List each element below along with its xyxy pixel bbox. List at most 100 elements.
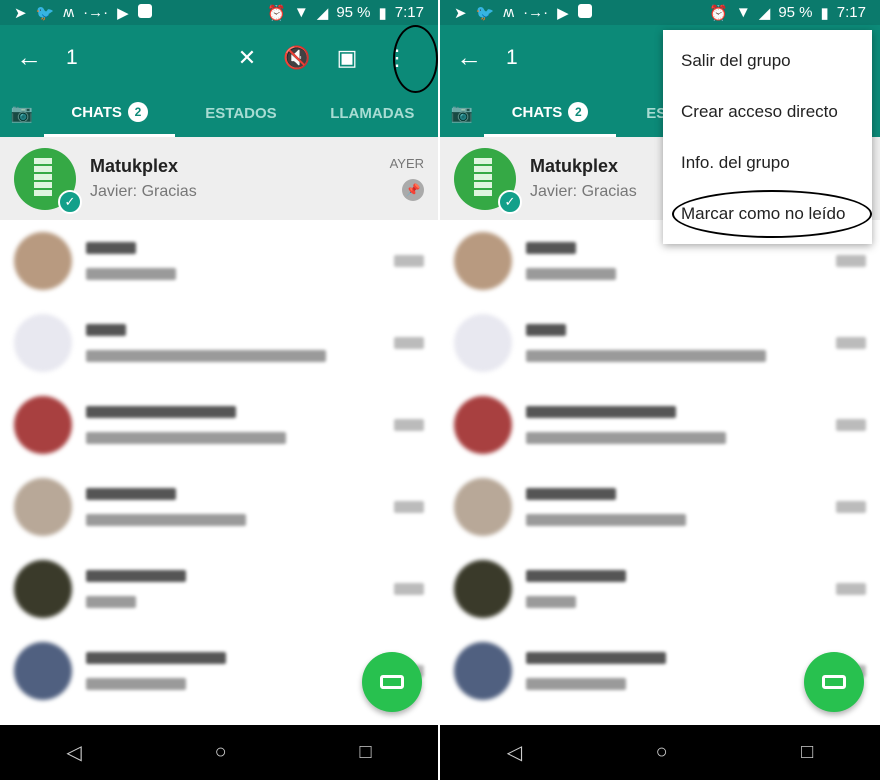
chat-name-blurred (86, 324, 126, 336)
unread-badge: 2 (127, 102, 148, 122)
chat-icon (380, 675, 404, 689)
clock: 7:17 (836, 4, 866, 21)
chat-time-blurred (394, 419, 424, 431)
nav-bar: ◁ ○ □ (0, 725, 438, 780)
chat-time-blurred (394, 337, 424, 349)
tab-estados[interactable]: ESTADOS (175, 90, 306, 137)
camera-icon[interactable]: 📷 (440, 103, 484, 124)
cast-icon: ·→· (83, 3, 109, 21)
chat-preview-blurred (526, 514, 686, 526)
chat-preview-blurred (86, 514, 246, 526)
camera-icon[interactable]: 📷 (0, 103, 44, 124)
menu-item-acceso-directo[interactable]: Crear acceso directo (663, 86, 872, 137)
chat-row[interactable] (0, 548, 438, 630)
alarm-icon: ⏰ (709, 4, 728, 22)
nav-bar: ◁ ○ □ (440, 725, 880, 780)
app-icon: ʍ (63, 3, 75, 21)
new-chat-button[interactable] (362, 652, 422, 712)
avatar (14, 478, 72, 536)
cast-icon: ·→· (523, 3, 549, 21)
chat-name-blurred (86, 242, 136, 254)
battery-icon: ▮ (378, 4, 387, 22)
chat-preview-blurred (86, 268, 176, 280)
chat-name-blurred (86, 488, 176, 500)
home-icon[interactable]: ○ (215, 741, 227, 764)
play-icon: ▶ (557, 4, 569, 22)
arrow-left-icon[interactable]: ← (16, 42, 66, 73)
avatar (14, 314, 72, 372)
avatar (14, 232, 72, 290)
battery-level: 95 % (778, 4, 813, 21)
phone-screen: ➤ 🐦 ʍ ·→· ▶ ⏰ ▼ ◢ 95 % ▮ 7:17 ← 1 ✕ 🔇 ▣ ⋮ 📷 CHATS… (0, 0, 438, 780)
chat-row[interactable] (440, 384, 880, 466)
status-bar: ➤ 🐦 ʍ ·→· ▶ ⏰ ▼ ◢ 95 % ▮ 7:17 (440, 0, 880, 25)
chat-time-blurred (394, 255, 424, 267)
chat-name-blurred (86, 406, 236, 418)
chat-name-blurred (526, 406, 676, 418)
chat-row[interactable] (440, 548, 880, 630)
wifi-icon: ▼ (735, 4, 751, 21)
new-chat-button[interactable] (804, 652, 864, 712)
chat-preview-blurred (86, 678, 186, 690)
chat-list: ✓ Matukplex Javier: Gracias AYER 📌 (0, 137, 438, 712)
play-icon: ▶ (117, 4, 129, 22)
selected-count: 1 (66, 45, 78, 69)
chat-row[interactable] (440, 302, 880, 384)
tab-bar: 📷 CHATS 2 ESTADOS LLAMADAS (0, 90, 438, 137)
chat-row[interactable] (0, 384, 438, 466)
avatar (14, 560, 72, 618)
tab-chats[interactable]: CHATS 2 (484, 90, 616, 137)
pin-icon: 📌 (402, 179, 424, 201)
avatar (454, 478, 512, 536)
tab-llamadas[interactable]: LLAMADAS (307, 90, 438, 137)
image-icon (137, 3, 152, 18)
telegram-icon: ➤ (14, 4, 27, 22)
menu-item-info-grupo[interactable]: Info. del grupo (663, 137, 872, 188)
chat-row[interactable] (0, 220, 438, 302)
check-icon: ✓ (58, 189, 82, 214)
avatar (454, 314, 512, 372)
chat-preview-blurred (526, 432, 726, 444)
chat-preview-blurred (86, 432, 286, 444)
chat-time: AYER (389, 156, 424, 171)
tab-chats[interactable]: CHATS 2 (44, 90, 176, 137)
signal-icon: ◢ (316, 4, 329, 22)
avatar (454, 396, 512, 454)
chat-preview-blurred (86, 350, 326, 362)
wifi-icon: ▼ (293, 4, 309, 21)
chat-name-blurred (526, 488, 616, 500)
clock: 7:17 (394, 4, 424, 21)
recents-icon[interactable]: □ (359, 741, 371, 764)
avatar (454, 642, 512, 700)
mute-icon[interactable]: 🔇 (272, 45, 322, 71)
image-icon (577, 3, 592, 18)
chat-row[interactable] (0, 302, 438, 384)
tab-label: CHATS (511, 103, 563, 121)
telegram-icon: ➤ (454, 4, 467, 22)
avatar: ✓ (454, 147, 522, 214)
highlight-circle (672, 190, 872, 238)
chat-name-blurred (526, 570, 626, 582)
chat-name: Matukplex (90, 156, 179, 176)
home-icon[interactable]: ○ (656, 741, 668, 764)
archive-icon[interactable]: ▣ (322, 45, 372, 71)
chat-row[interactable] (440, 466, 880, 548)
avatar (14, 642, 72, 700)
back-icon[interactable]: ◁ (66, 740, 81, 765)
alarm-icon: ⏰ (267, 4, 286, 22)
chat-preview-blurred (526, 596, 576, 608)
back-icon[interactable]: ◁ (507, 740, 522, 765)
chat-preview: Javier: Gracias (90, 183, 197, 200)
chat-row-selected[interactable]: ✓ Matukplex Javier: Gracias AYER 📌 (0, 137, 438, 220)
arrow-left-icon[interactable]: ← (456, 42, 506, 73)
tab-label: CHATS (71, 103, 122, 121)
recents-icon[interactable]: □ (801, 741, 813, 764)
menu-item-salir[interactable]: Salir del grupo (663, 35, 872, 86)
chat-row[interactable] (0, 466, 438, 548)
signal-icon: ◢ (758, 4, 771, 22)
chat-time-blurred (836, 419, 866, 431)
twitter-icon: 🐦 (35, 4, 55, 22)
chat-time-blurred (394, 501, 424, 513)
unpin-icon[interactable]: ✕ (222, 45, 272, 71)
unread-badge: 2 (568, 102, 589, 122)
